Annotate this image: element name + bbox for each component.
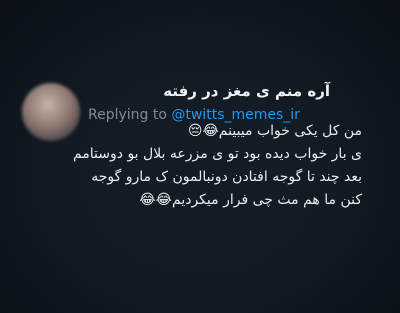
tweet-line: ی بار خواب دیده بود تو ی مزرعه بلال بو د…: [72, 146, 362, 162]
display-name[interactable]: آره منم ی مغز در رفته: [163, 82, 330, 100]
tweet-text: من کل یکی خواب میبینم😂😔 ی بار خواب دیده …: [40, 120, 362, 212]
tweet-line: کنن ما هم مث چی فرار میکردیم😂😂: [139, 192, 362, 208]
tweet-line: بعد چند تا گوجه افتادن دونبالمون ک مارو …: [91, 169, 362, 185]
tweet-line: من کل یکی خواب میبینم😂😔: [187, 123, 362, 139]
